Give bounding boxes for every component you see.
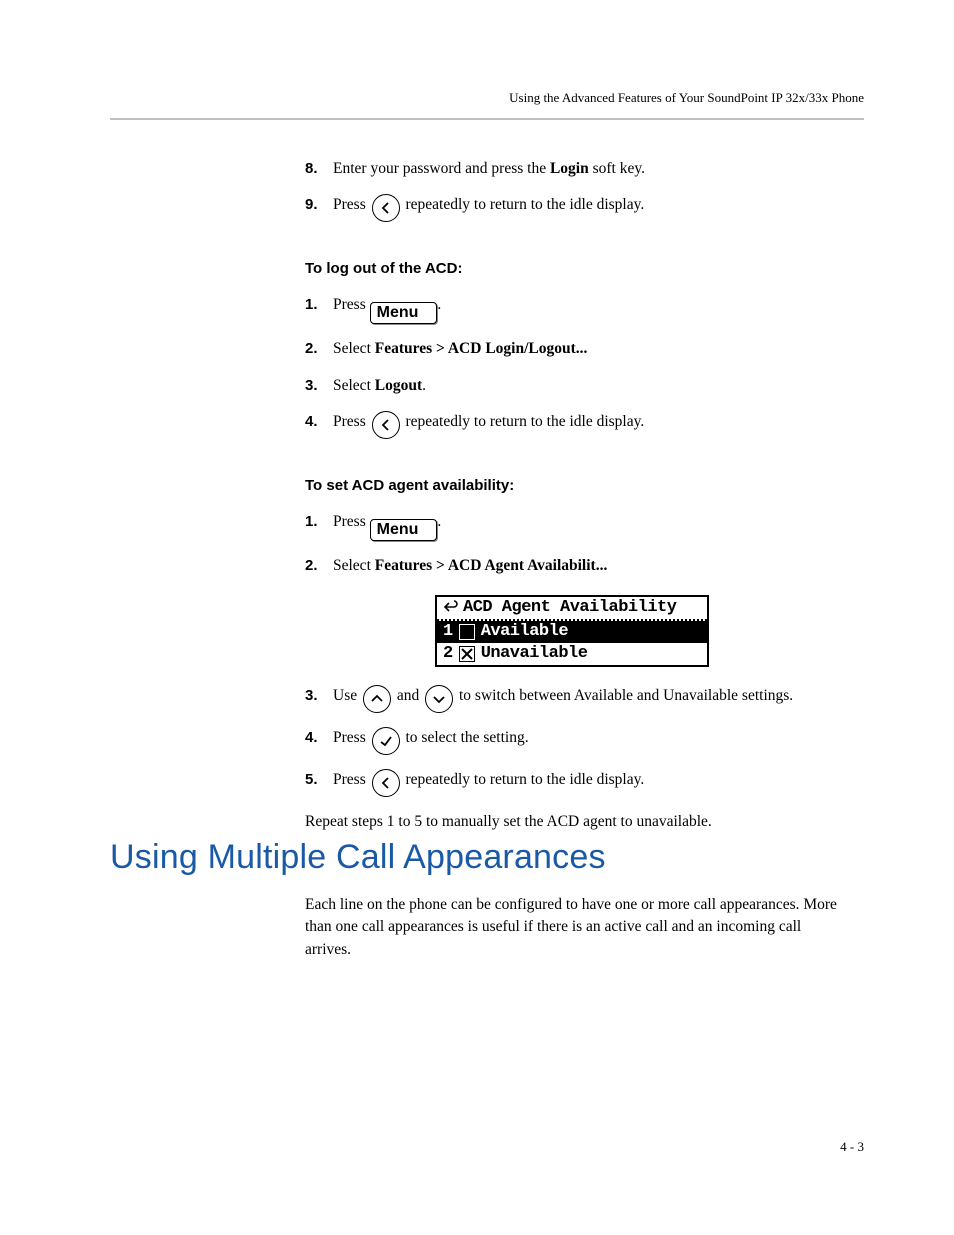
text-fragment: Select <box>333 377 375 394</box>
step-number: 1. <box>305 294 318 316</box>
procedure-heading-logout: To log out of the ACD: <box>305 258 849 280</box>
lcd-option-2: 2 Unavailable <box>437 643 707 665</box>
section-heading: Using Multiple Call Appearances <box>110 838 849 877</box>
checkbox-checked-icon <box>459 646 475 662</box>
text-fragment: and <box>393 687 423 704</box>
menu-button-icon: Menu <box>370 302 438 324</box>
text-fragment: repeatedly to return to the idle display… <box>402 413 645 430</box>
text-fragment: Select <box>333 340 375 357</box>
text-fragment: soft key. <box>589 160 645 177</box>
step-text: Press repeatedly to return to the idle d… <box>333 413 644 430</box>
step-text: Select Features > ACD Agent Availabilit.… <box>333 557 607 574</box>
step-text: Enter your password and press the Login … <box>333 160 645 177</box>
step-2: 2. Select Features > ACD Agent Availabil… <box>305 555 849 577</box>
step-8: 8. Enter your password and press the Log… <box>305 158 849 180</box>
text-fragment: repeatedly to return to the idle display… <box>402 196 645 213</box>
step-number: 2. <box>305 338 318 360</box>
left-arrow-icon <box>372 194 400 222</box>
text-fragment: Press <box>333 513 370 530</box>
menu-button-icon: Menu <box>370 519 438 541</box>
phone-lcd-display: ACD Agent Availability 1 Available 2 Una… <box>435 595 709 667</box>
header-rule <box>110 118 864 120</box>
step-5: 5. Press repeatedly to return to the idl… <box>305 769 849 797</box>
text-fragment: to select the setting. <box>402 729 529 746</box>
procedure-heading-availability: To set ACD agent availability: <box>305 475 849 497</box>
step-number: 4. <box>305 727 318 749</box>
step-3: 3. Select Logout. <box>305 375 849 397</box>
left-arrow-icon <box>372 769 400 797</box>
step-text: Press repeatedly to return to the idle d… <box>333 196 644 213</box>
menu-item: Logout <box>375 377 422 394</box>
step-number: 2. <box>305 555 318 577</box>
lcd-option-label: Unavailable <box>481 642 588 667</box>
step-text: Use and to switch between Available and … <box>333 687 793 704</box>
lcd-option-number: 2 <box>443 642 453 667</box>
softkey-name: Login <box>550 160 589 177</box>
step-1: 1. Press Menu. <box>305 511 849 541</box>
lcd-title: ACD Agent Availability <box>463 596 676 621</box>
content-area: 8. Enter your password and press the Log… <box>305 148 849 834</box>
step-number: 4. <box>305 411 318 433</box>
text-fragment: . <box>422 377 426 394</box>
text-fragment: to switch between Available and Unavaila… <box>455 687 793 704</box>
page: Using the Advanced Features of Your Soun… <box>0 0 954 1235</box>
page-number: 4 - 3 <box>840 1139 864 1155</box>
text-fragment: Enter your password and press the <box>333 160 550 177</box>
repeat-note: Repeat steps 1 to 5 to manually set the … <box>305 811 849 833</box>
step-number: 8. <box>305 158 318 180</box>
step-9: 9. Press repeatedly to return to the idl… <box>305 194 849 222</box>
lcd-title-row: ACD Agent Availability <box>437 597 707 621</box>
step-4: 4. Press to select the setting. <box>305 727 849 755</box>
step-text: Select Logout. <box>333 377 426 394</box>
step-number: 9. <box>305 194 318 216</box>
step-text: Press to select the setting. <box>333 729 529 746</box>
menu-path: Features > ACD Login/Logout... <box>375 340 588 357</box>
step-text: Press repeatedly to return to the idle d… <box>333 771 644 788</box>
steps-availability-b: 3. Use and to switch between Available a… <box>305 685 849 797</box>
step-number: 3. <box>305 685 318 707</box>
text-fragment: Press <box>333 771 370 788</box>
step-3: 3. Use and to switch between Available a… <box>305 685 849 713</box>
text-fragment: . <box>437 296 441 313</box>
step-text: Press Menu. <box>333 513 441 530</box>
checkbox-empty-icon <box>459 624 475 640</box>
steps-logout: 1. Press Menu. 2. Select Features > ACD … <box>305 294 849 439</box>
step-2: 2. Select Features > ACD Login/Logout... <box>305 338 849 360</box>
text-fragment: Select <box>333 557 375 574</box>
text-fragment: Press <box>333 729 370 746</box>
step-1: 1. Press Menu. <box>305 294 849 324</box>
lcd-option-number: 1 <box>443 620 453 645</box>
steps-continued: 8. Enter your password and press the Log… <box>305 158 849 222</box>
text-fragment: Press <box>333 296 370 313</box>
section-body: Each line on the phone can be configured… <box>305 894 849 961</box>
step-4: 4. Press repeatedly to return to the idl… <box>305 411 849 439</box>
text-fragment: repeatedly to return to the idle display… <box>402 771 645 788</box>
lcd-option-1: 1 Available <box>437 621 707 643</box>
step-number: 1. <box>305 511 318 533</box>
up-arrow-icon <box>363 685 391 713</box>
step-number: 5. <box>305 769 318 791</box>
steps-availability-a: 1. Press Menu. 2. Select Features > ACD … <box>305 511 849 577</box>
text-fragment: . <box>437 513 441 530</box>
left-arrow-icon <box>372 411 400 439</box>
check-icon <box>372 727 400 755</box>
running-header: Using the Advanced Features of Your Soun… <box>509 90 864 106</box>
down-arrow-icon <box>425 685 453 713</box>
step-text: Press Menu. <box>333 296 441 313</box>
step-number: 3. <box>305 375 318 397</box>
lcd-option-label: Available <box>481 620 568 645</box>
return-icon <box>443 600 459 616</box>
text-fragment: Press <box>333 413 370 430</box>
text-fragment: Use <box>333 687 361 704</box>
text-fragment: Press <box>333 196 370 213</box>
step-text: Select Features > ACD Login/Logout... <box>333 340 587 357</box>
menu-path: Features > ACD Agent Availabilit... <box>375 557 608 574</box>
